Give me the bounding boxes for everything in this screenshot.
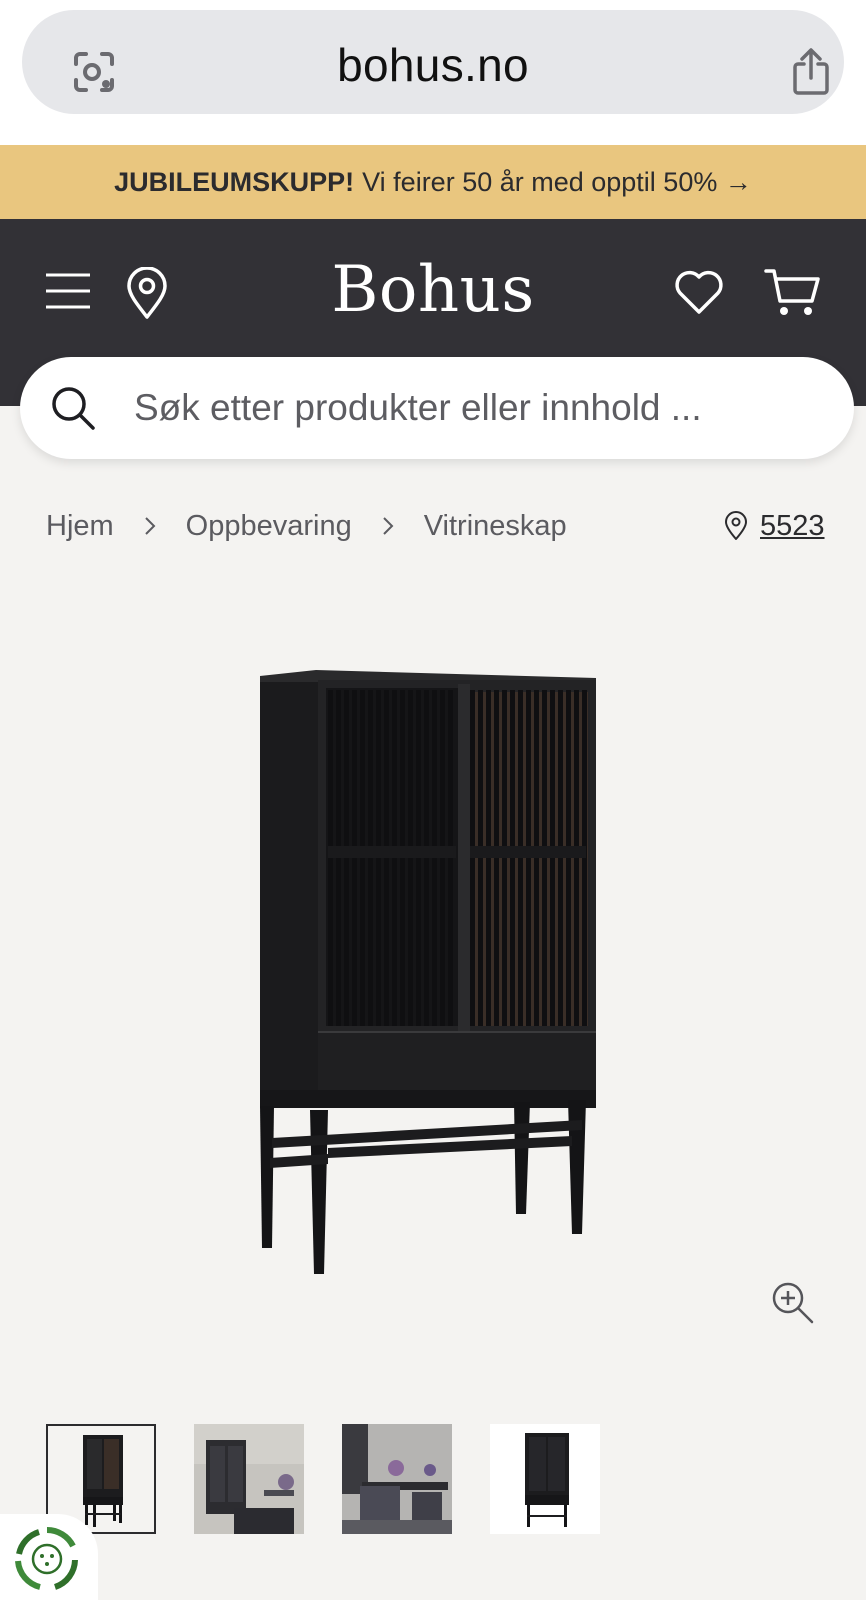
- search-icon[interactable]: [50, 385, 96, 431]
- breadcrumb-item-oppbevaring[interactable]: Oppbevaring: [186, 510, 352, 543]
- search-bar[interactable]: [20, 357, 854, 459]
- breadcrumb: Hjem Oppbevaring Vitrineskap: [46, 506, 567, 546]
- store-selector[interactable]: 5523: [724, 506, 825, 546]
- share-icon[interactable]: [790, 48, 832, 96]
- shopping-cart-icon[interactable]: [764, 267, 820, 317]
- thumbnail-3[interactable]: [342, 1424, 452, 1534]
- thumbnail-strip: [46, 1424, 638, 1534]
- shelf-line: [470, 846, 586, 858]
- address-bar[interactable]: bohus.no: [22, 10, 844, 114]
- search-input[interactable]: [134, 375, 824, 441]
- url-text[interactable]: bohus.no: [22, 38, 844, 92]
- chevron-right-icon: [383, 517, 394, 535]
- promo-text: Vi feirer 50 år med opptil 50% →: [362, 166, 752, 197]
- thumbnail-4[interactable]: [490, 1424, 600, 1534]
- wishlist-heart-icon[interactable]: [674, 269, 724, 315]
- zoom-in-icon[interactable]: [770, 1280, 814, 1324]
- recycle-badge-icon: [15, 1526, 78, 1590]
- store-number[interactable]: 5523: [760, 510, 825, 543]
- location-pin-icon: [725, 511, 747, 540]
- chevron-right-icon: [144, 517, 156, 535]
- shelf-line: [328, 846, 456, 858]
- breadcrumb-item-vitrineskap[interactable]: Vitrineskap: [424, 510, 567, 543]
- promo-bold-text: JUBILEUMSKUPP!: [114, 166, 355, 197]
- breadcrumb-item-hjem[interactable]: Hjem: [46, 510, 114, 543]
- sustainability-badge[interactable]: [0, 1514, 98, 1600]
- bohus-logo[interactable]: Bohus: [0, 253, 866, 327]
- thumbnail-2[interactable]: [194, 1424, 304, 1534]
- browser-chrome: bohus.no: [0, 0, 866, 145]
- promo-banner[interactable]: JUBILEUMSKUPP! Vi feirer 50 år med oppti…: [0, 145, 866, 219]
- product-image[interactable]: [240, 670, 620, 1300]
